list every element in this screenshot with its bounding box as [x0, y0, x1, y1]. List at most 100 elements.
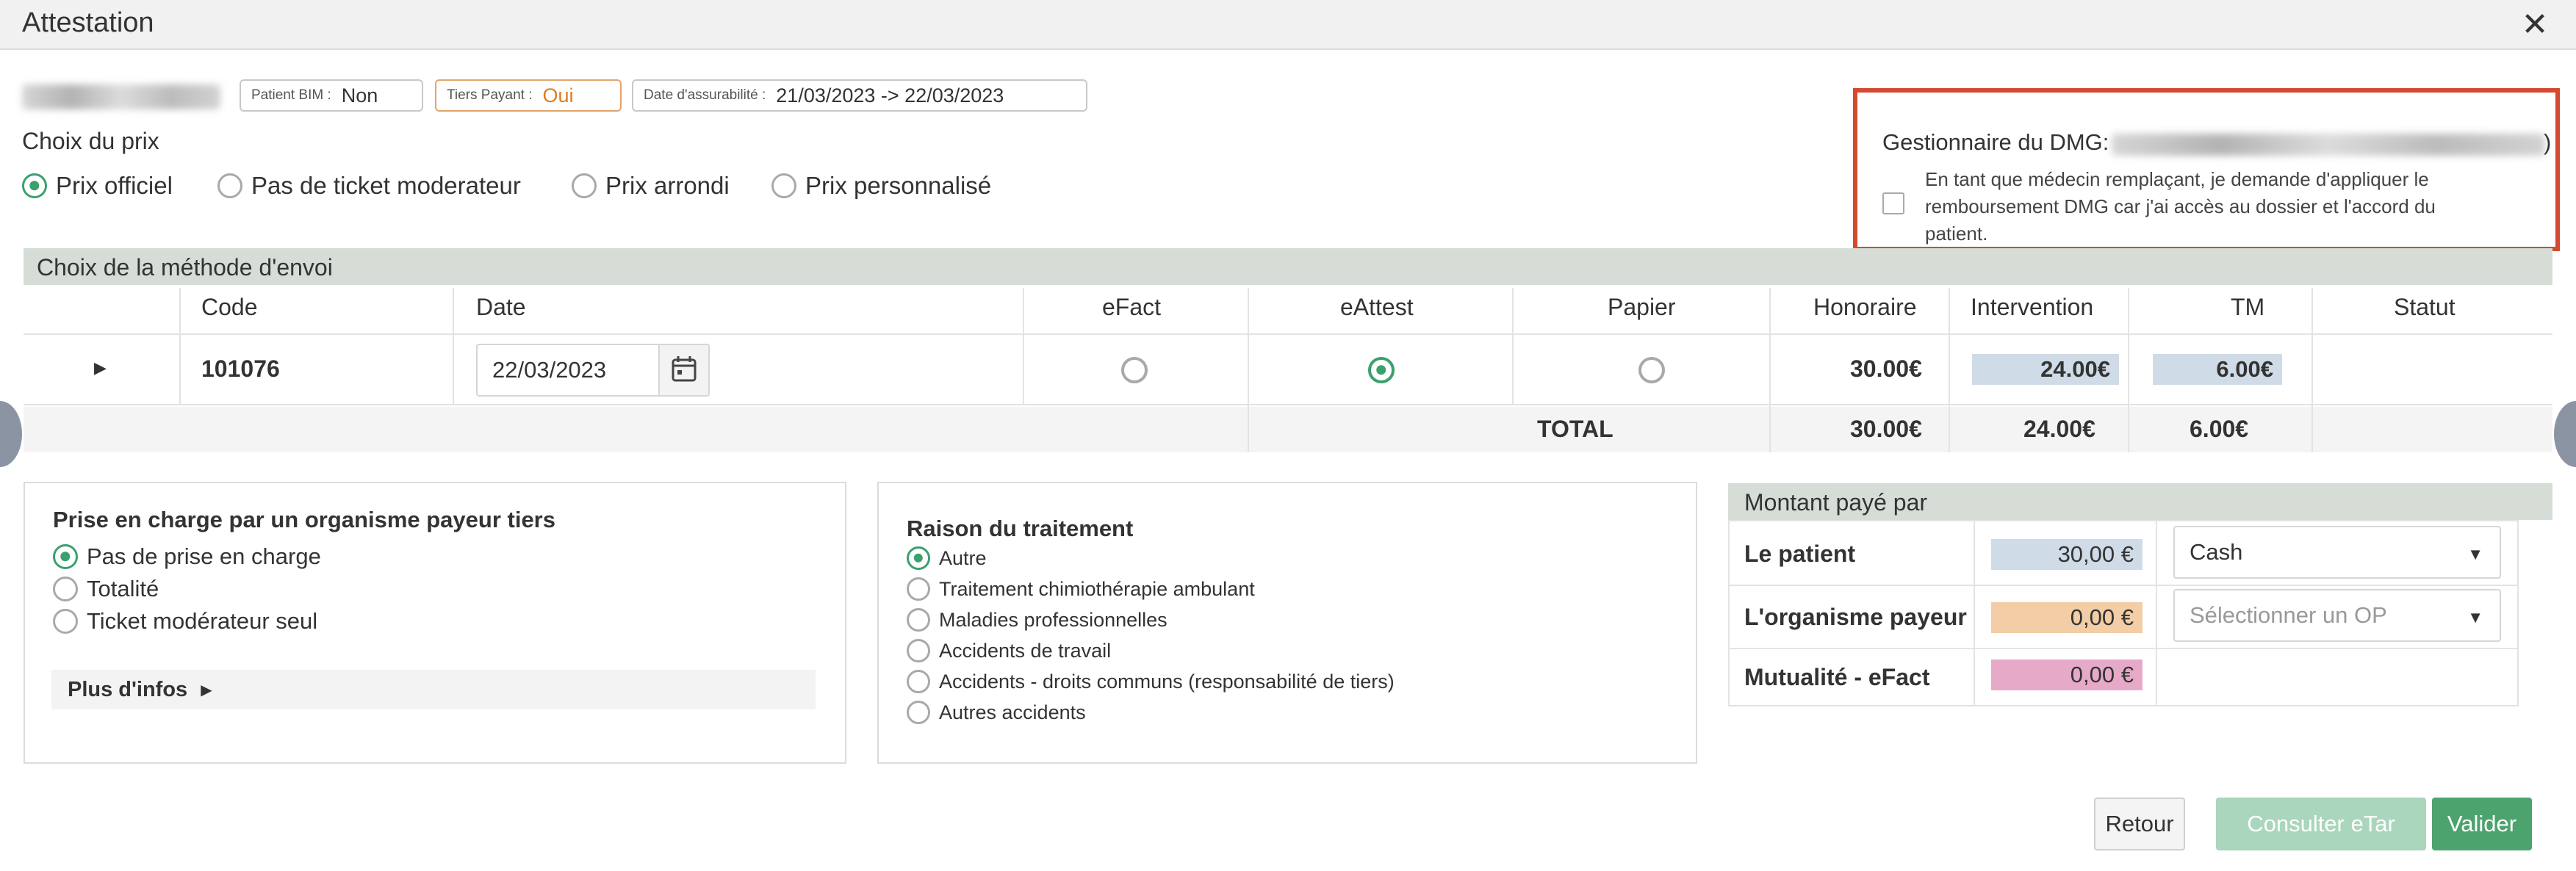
- divider: [1248, 288, 1249, 452]
- row-tm: 6.00€: [2153, 354, 2282, 385]
- montant-amount-mutualite: 0,00 €: [1991, 659, 2143, 690]
- radio-icon[interactable]: [53, 609, 78, 634]
- row-honoraire: 30.00€: [1850, 355, 1922, 382]
- next-nav-button[interactable]: [2554, 401, 2576, 467]
- radio-icon[interactable]: [771, 173, 796, 198]
- montant-section-header: Montant payé par: [1728, 483, 2552, 520]
- col-header-intervention: Intervention: [1971, 294, 2094, 320]
- price-option-official[interactable]: Prix officiel: [22, 172, 173, 200]
- window-title: Attestation: [22, 7, 154, 38]
- prise-option-total[interactable]: Totalité: [53, 576, 159, 602]
- total-tm: 6.00€: [2190, 416, 2249, 442]
- consult-etar-button[interactable]: Consulter eTar: [2216, 798, 2426, 850]
- total-honoraire: 30.00€: [1850, 416, 1922, 442]
- raison-option-accidents-travail[interactable]: Accidents de travail: [907, 639, 1111, 662]
- montant-label-patient: Le patient: [1744, 541, 1856, 567]
- dmg-close-paren: ): [2544, 129, 2552, 155]
- raison-title: Raison du traitement: [907, 516, 1134, 541]
- montant-amount-patient: 30,00 €: [1991, 539, 2143, 570]
- envoi-section-title: Choix de la méthode d'envoi: [37, 254, 333, 281]
- tiers-payant-label: Tiers Payant :: [447, 87, 533, 103]
- tiers-payant-value: Oui: [542, 84, 574, 106]
- divider: [453, 288, 454, 405]
- assurability-value: 21/03/2023 -> 22/03/2023: [776, 84, 1004, 106]
- validate-button[interactable]: Valider: [2432, 798, 2532, 850]
- prise-title: Prise en charge par un organisme payeur …: [53, 507, 555, 532]
- patient-bim-label: Patient BIM :: [251, 87, 331, 103]
- raison-option-droits-communs[interactable]: Accidents - droits communs (responsabili…: [907, 670, 1395, 693]
- raison-option-autres-accidents[interactable]: Autres accidents: [907, 701, 1086, 724]
- montant-cell: Mutualité - eFact: [1728, 648, 1975, 706]
- price-choice-title: Choix du prix: [22, 128, 159, 154]
- caret-right-icon: ▶: [201, 682, 212, 698]
- dmg-manager-name-blurred: [2112, 134, 2545, 156]
- date-input[interactable]: 22/03/2023: [476, 344, 660, 397]
- dmg-checkbox-text: En tant que médecin remplaçant, je deman…: [1925, 168, 2436, 245]
- row-intervention: 24.00€: [1972, 354, 2119, 385]
- title-bar: [0, 0, 2576, 50]
- dmg-manager-label: Gestionnaire du DMG:: [1882, 129, 2109, 155]
- col-header-statut: Statut: [2394, 294, 2456, 320]
- radio-icon[interactable]: [907, 701, 930, 724]
- more-info-toggle[interactable]: Plus d'infos ▶: [51, 670, 816, 709]
- radio-icon[interactable]: [572, 173, 597, 198]
- radio-icon[interactable]: [217, 173, 242, 198]
- payment-method-value: Cash: [2190, 539, 2243, 565]
- divider: [2128, 288, 2129, 452]
- divider: [2311, 288, 2313, 452]
- dmg-manager-line: Gestionnaire du DMG:: [1882, 129, 2109, 156]
- caret-down-icon: ▼: [2467, 608, 2483, 626]
- patient-name-blurred: [22, 84, 220, 109]
- prev-nav-button[interactable]: [0, 401, 22, 467]
- radio-icon[interactable]: [907, 577, 930, 601]
- close-icon[interactable]: ✕: [2513, 4, 2557, 46]
- payment-method-select[interactable]: Cash ▼: [2173, 526, 2501, 579]
- dmg-replacement-checkbox[interactable]: [1882, 192, 1904, 214]
- montant-section-title: Montant payé par: [1744, 489, 1928, 516]
- radio-selected-icon[interactable]: [907, 546, 930, 570]
- col-header-papier: Papier: [1608, 294, 1676, 320]
- patient-bim-chip: Patient BIM : Non: [240, 79, 423, 112]
- price-option-rounded[interactable]: Prix arrondi: [572, 172, 730, 200]
- envoi-table-header: Code Date eFact eAttest Papier Honoraire…: [24, 286, 2552, 335]
- price-option-no-ticket[interactable]: Pas de ticket moderateur: [217, 172, 521, 200]
- date-input-value: 22/03/2023: [492, 357, 607, 383]
- radio-icon[interactable]: [53, 577, 78, 601]
- method-papier-radio[interactable]: [1638, 357, 1665, 383]
- op-select[interactable]: Sélectionner un OP ▼: [2173, 589, 2501, 642]
- col-header-date: Date: [476, 294, 526, 320]
- radio-selected-icon[interactable]: [53, 544, 78, 569]
- price-option-custom[interactable]: Prix personnalisé: [771, 172, 991, 200]
- prise-option-none[interactable]: Pas de prise en charge: [53, 543, 321, 570]
- calendar-icon[interactable]: [658, 344, 710, 397]
- method-efact-radio[interactable]: [1121, 357, 1148, 383]
- montant-cell: L'organisme payeur: [1728, 585, 1975, 649]
- montant-cell: 0,00 €: [1974, 648, 2157, 706]
- assurability-label: Date d'assurabilité :: [644, 87, 766, 103]
- expand-row-icon[interactable]: ▶: [94, 358, 107, 377]
- montant-cell: [2156, 648, 2519, 706]
- montant-cell: 30,00 €: [1974, 520, 2157, 586]
- assurability-chip: Date d'assurabilité : 21/03/2023 -> 22/0…: [632, 79, 1087, 112]
- prise-option-ticket[interactable]: Ticket modérateur seul: [53, 608, 317, 635]
- row-code: 101076: [201, 355, 280, 382]
- radio-icon[interactable]: [907, 670, 930, 693]
- divider: [179, 288, 181, 405]
- raison-option-autre[interactable]: Autre: [907, 546, 987, 570]
- divider: [1949, 288, 1950, 452]
- divider: [1023, 288, 1024, 405]
- raison-option-maladies-pro[interactable]: Maladies professionnelles: [907, 608, 1168, 632]
- back-button[interactable]: Retour: [2094, 798, 2185, 850]
- method-eattest-radio[interactable]: [1368, 357, 1395, 383]
- radio-selected-icon[interactable]: [22, 173, 47, 198]
- col-header-honoraire: Honoraire: [1813, 294, 1917, 320]
- more-info-label: Plus d'infos: [68, 677, 188, 701]
- montant-label-mutualite: Mutualité - eFact: [1744, 664, 1930, 690]
- radio-icon[interactable]: [907, 639, 930, 662]
- radio-icon[interactable]: [907, 608, 930, 632]
- raison-option-chimio[interactable]: Traitement chimiothérapie ambulant: [907, 577, 1255, 601]
- envoi-total-row: TOTAL 30.00€ 24.00€ 6.00€: [24, 407, 2552, 452]
- envoi-table-row: ▶ 101076 22/03/2023 30.00€ 24.00€ 6.00€: [24, 336, 2552, 405]
- caret-down-icon: ▼: [2467, 545, 2483, 563]
- col-header-code: Code: [201, 294, 258, 320]
